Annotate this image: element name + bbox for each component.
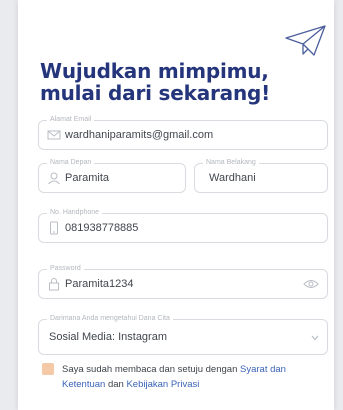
- email-label: Alamat Email: [47, 115, 95, 125]
- first-name-value: Paramita: [65, 172, 110, 184]
- eye-icon[interactable]: [303, 278, 319, 290]
- password-label: Password: [47, 264, 84, 274]
- privacy-link[interactable]: Kebijakan Privasi: [126, 379, 199, 390]
- last-name-field[interactable]: Nama Belakang Wardhani: [194, 158, 328, 193]
- phone-field[interactable]: No. Handphone 081938778885: [38, 208, 328, 243]
- phone-label: No. Handphone: [47, 208, 103, 218]
- last-name-value: Wardhani: [209, 172, 256, 184]
- agreement-text: Saya sudah membaca dan setuju dengan Sya…: [62, 362, 324, 392]
- agreement-middle: dan: [105, 379, 127, 390]
- agree-checkbox[interactable]: [42, 363, 54, 375]
- email-value: wardhaniparamits@gmail.com: [65, 129, 214, 141]
- source-value: Sosial Media: Instagram: [49, 331, 167, 343]
- password-field[interactable]: Password Paramita1234: [38, 264, 328, 299]
- lock-icon: [49, 278, 59, 291]
- password-value: Paramita1234: [65, 278, 134, 290]
- page-title: Wujudkan mimpimu, mulai dari sekarang!: [40, 60, 270, 104]
- paper-plane-icon: [285, 25, 326, 56]
- envelope-icon: [47, 130, 61, 140]
- phone-value: 081938778885: [65, 222, 139, 234]
- user-icon: [48, 172, 60, 185]
- agreement-prefix: Saya sudah membaca dan setuju dengan: [62, 364, 240, 375]
- headline-line-1: Wujudkan mimpimu,: [40, 59, 269, 83]
- last-name-label: Nama Belakang: [203, 158, 259, 168]
- source-select[interactable]: Darimana Anda mengetahui Dana Cita Sosia…: [38, 314, 328, 355]
- headline-line-2: mulai dari sekarang!: [40, 81, 271, 105]
- first-name-field[interactable]: Nama Depan Paramita: [38, 158, 186, 193]
- email-field[interactable]: Alamat Email wardhaniparamits@gmail.com: [38, 115, 328, 150]
- first-name-label: Nama Depan: [47, 158, 95, 168]
- chevron-down-icon: [311, 335, 319, 341]
- source-label: Darimana Anda mengetahui Dana Cita: [47, 314, 173, 324]
- phone-icon: [50, 221, 58, 235]
